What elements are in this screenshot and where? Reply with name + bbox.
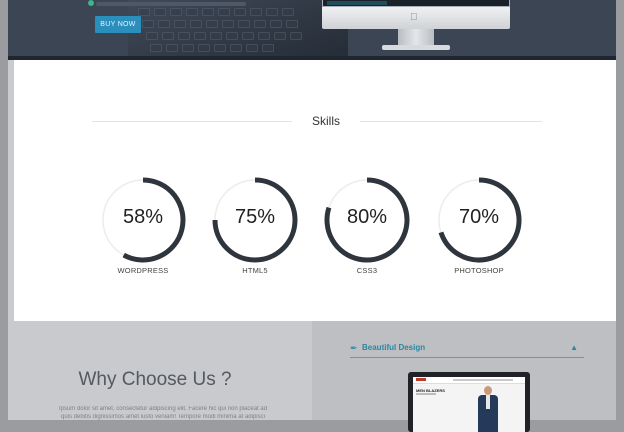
buy-now-button[interactable]: BUY NOW xyxy=(95,16,141,33)
mock-logo xyxy=(416,378,426,381)
accordion-title: Beautiful Design xyxy=(362,343,426,352)
skill-percent: 70% xyxy=(458,206,500,228)
brush-icon: ✒ xyxy=(350,343,358,353)
skill-photoshop: 70% PHOTOSHOP xyxy=(434,177,524,287)
skill-label: PHOTOSHOP xyxy=(454,266,504,275)
title-divider-right xyxy=(360,121,542,122)
why-text-line: Ipsum dolor sit amet, consectetur adipis… xyxy=(58,406,268,412)
skill-percent: 75% xyxy=(234,206,276,228)
skill-label: WORDPRESS xyxy=(117,266,169,275)
skill-wordpress: 58% WORDPRESS xyxy=(98,177,188,287)
skills-title: Skills xyxy=(311,114,340,128)
why-choose-title: Why Choose Us ? xyxy=(78,369,232,390)
title-divider-left xyxy=(92,121,292,122)
why-choose-section: Why Choose Us ? Ipsum dolor sit amet, co… xyxy=(8,321,616,432)
skill-label: CSS3 xyxy=(356,266,378,275)
hero-bullet-icon xyxy=(88,0,94,6)
imac-image:  xyxy=(322,0,510,56)
why-text-line: quis debitis dignissimos amet iusto veni… xyxy=(61,414,265,420)
model-image xyxy=(475,386,501,432)
skill-label: HTML5 xyxy=(242,266,268,275)
chevron-up-icon[interactable]: ▲ xyxy=(570,343,578,352)
accordion-beautiful-design[interactable]: ✒ Beautiful Design ▲ xyxy=(350,341,584,358)
monitor-mockup: MEN BLAZERS xyxy=(408,372,530,432)
hero-subtitle-cropped xyxy=(96,2,246,6)
hero-banner: BUY NOW  xyxy=(8,0,616,60)
skill-html5: 75% HTML5 xyxy=(210,177,300,287)
keyboard-backdrop xyxy=(128,0,348,60)
feature-panel: ✒ Beautiful Design ▲ MEN BLAZERS xyxy=(312,321,616,432)
skill-percent: 80% xyxy=(346,206,388,228)
skills-section: Skills 58% WORDPRESS 75% HTML5 80% CSS3 … xyxy=(14,60,616,321)
skill-css3: 80% CSS3 xyxy=(322,177,412,287)
apple-logo-icon:  xyxy=(410,12,418,23)
skill-percent: 58% xyxy=(122,206,164,228)
